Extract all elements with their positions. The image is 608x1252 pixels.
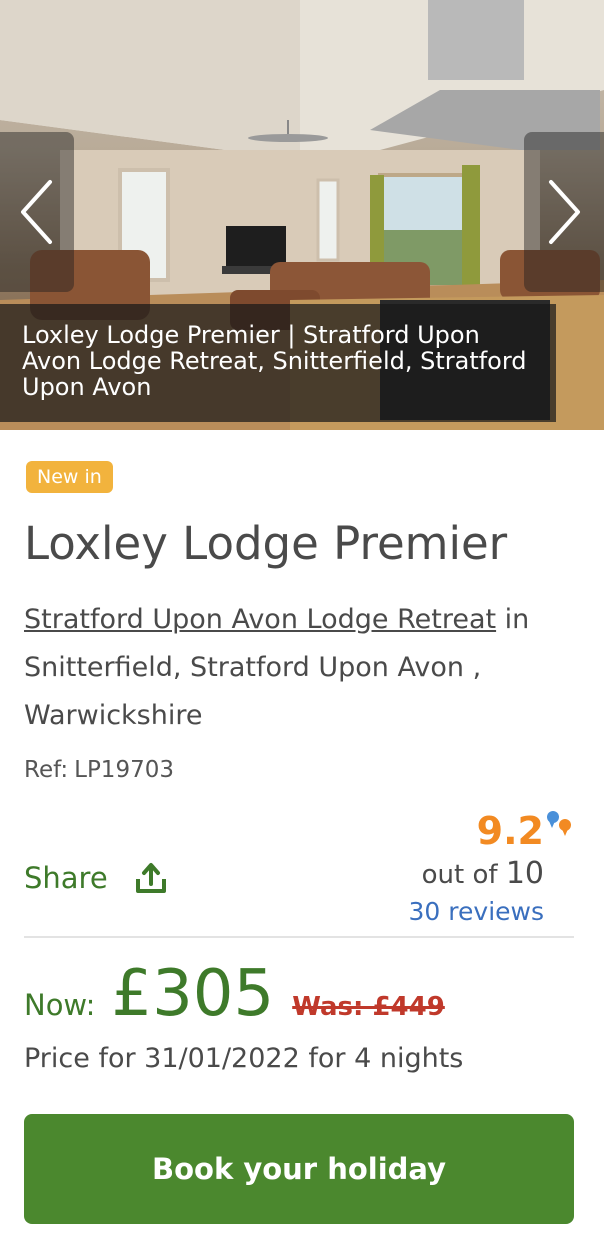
divider [24, 936, 574, 938]
gallery-prev-button[interactable] [0, 132, 74, 292]
share-button[interactable]: Share [24, 856, 168, 900]
share-upload-icon [135, 863, 166, 893]
book-holiday-button[interactable]: Book your holiday [24, 1114, 574, 1224]
price-row: Now: £305 Was: £449 [24, 952, 445, 1036]
ref-label: Ref: [24, 757, 69, 783]
property-reference: Ref: LP19703 [24, 755, 174, 785]
gallery-caption-text: Loxley Lodge Premier | Stratford Upon Av… [22, 321, 527, 401]
park-link[interactable]: Stratford Upon Avon Lodge Retreat [24, 604, 496, 635]
rating-score: 9.2 [476, 809, 544, 853]
gallery-next-button[interactable] [524, 132, 604, 292]
property-location: Stratford Upon Avon Lodge Retreat in Sni… [24, 596, 584, 740]
share-label: Share [24, 861, 108, 895]
was-price: Was: £449 [292, 992, 445, 1022]
property-photo-gallery[interactable]: Loxley Lodge Premier | Stratford Upon Av… [0, 0, 604, 430]
new-in-badge: New in [26, 461, 113, 493]
chevron-left-icon [21, 180, 52, 244]
rating-out-of-value: 10 [505, 856, 544, 891]
review-rating: 9.2 out of 10 30 reviews [304, 808, 571, 931]
rating-out-of-label: out of [421, 860, 498, 890]
rating-bubbles-icon [547, 811, 571, 836]
rating-out-of: out of 10 [304, 856, 544, 893]
chevron-right-icon [549, 180, 580, 244]
price-note: Price for 31/01/2022 for 4 nights [24, 1043, 464, 1074]
ref-value: LP19703 [74, 757, 174, 783]
gallery-caption: Loxley Lodge Premier | Stratford Upon Av… [0, 304, 556, 422]
property-title: Loxley Lodge Premier [24, 517, 508, 570]
now-label: Now: [24, 988, 96, 1022]
current-price: £305 [111, 957, 275, 1031]
reviews-link[interactable]: 30 reviews [304, 893, 544, 931]
